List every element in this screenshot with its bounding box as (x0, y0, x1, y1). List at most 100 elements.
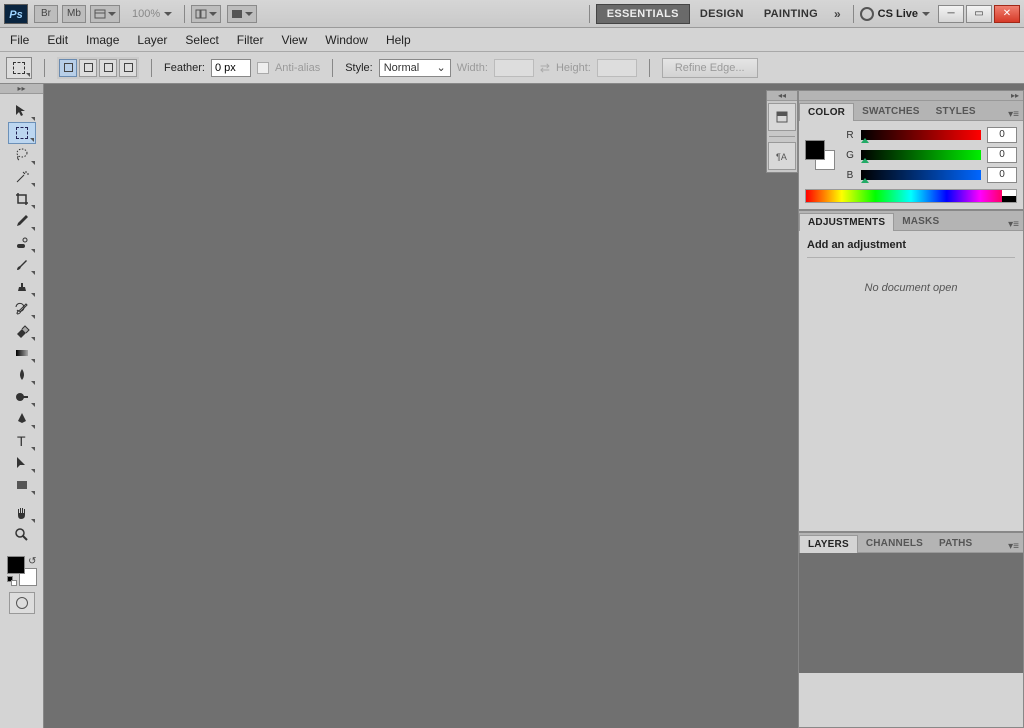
selection-new[interactable] (59, 59, 77, 77)
rectangle-tool[interactable] (8, 474, 36, 496)
foreground-color-swatch[interactable] (7, 556, 25, 574)
menu-edit[interactable]: Edit (47, 33, 68, 47)
tab-masks[interactable]: MASKS (894, 213, 947, 230)
feather-input[interactable] (211, 59, 251, 77)
adjustments-empty-message: No document open (807, 264, 1015, 312)
selection-add[interactable] (79, 59, 97, 77)
tab-styles[interactable]: STYLES (928, 103, 984, 120)
width-input (494, 59, 534, 77)
tab-swatches[interactable]: SWATCHES (854, 103, 928, 120)
r-slider[interactable] (861, 130, 981, 140)
foreground-background-colors[interactable]: ↺ (7, 556, 37, 586)
arrange-documents-dropdown[interactable] (191, 5, 221, 23)
style-select[interactable]: Normal⌄ (379, 59, 451, 77)
type-tool[interactable]: T (8, 430, 36, 452)
minimize-button[interactable]: ─ (938, 5, 964, 23)
color-swatch-pair[interactable] (805, 140, 835, 170)
r-value[interactable]: 0 (987, 127, 1017, 143)
svg-text:T: T (17, 433, 26, 449)
bridge-chip[interactable]: Br (34, 5, 58, 23)
swap-colors-icon[interactable]: ↺ (28, 556, 36, 567)
separator (853, 5, 854, 23)
lasso-tool[interactable] (8, 144, 36, 166)
g-label: G (845, 150, 855, 161)
menu-image[interactable]: Image (86, 33, 119, 47)
view-extras-dropdown[interactable] (90, 5, 120, 23)
eraser-tool[interactable] (8, 320, 36, 342)
cs-live-icon (860, 7, 874, 21)
selection-intersect[interactable] (119, 59, 137, 77)
refine-edge-button[interactable]: Refine Edge... (662, 58, 758, 78)
tab-layers[interactable]: LAYERS (799, 535, 858, 553)
tab-paths[interactable]: PATHS (931, 535, 980, 552)
style-value: Normal (384, 62, 419, 74)
more-workspaces-icon[interactable]: » (834, 7, 841, 21)
separator (332, 59, 333, 77)
cs-live-button[interactable]: CS Live (860, 7, 930, 21)
screen-mode-dropdown[interactable] (227, 5, 257, 23)
right-panel-dock: ▸▸ COLOR SWATCHES STYLES ▾≡ R (798, 84, 1024, 728)
hand-tool[interactable] (8, 502, 36, 524)
style-label: Style: (345, 62, 373, 74)
menu-select[interactable]: Select (185, 33, 218, 47)
zoom-tool[interactable] (8, 524, 36, 546)
menu-bar: File Edit Image Layer Select Filter View… (0, 28, 1024, 52)
clone-stamp-tool[interactable] (8, 276, 36, 298)
dodge-tool[interactable] (8, 386, 36, 408)
default-colors-icon[interactable] (7, 576, 17, 586)
maximize-button[interactable]: ▭ (966, 5, 992, 23)
fg-swatch[interactable] (805, 140, 825, 160)
workspace-essentials[interactable]: ESSENTIALS (596, 4, 690, 24)
menu-view[interactable]: View (281, 33, 307, 47)
color-panel: ▸▸ COLOR SWATCHES STYLES ▾≡ R (798, 90, 1024, 210)
separator (184, 5, 185, 23)
separator (44, 59, 45, 77)
healing-brush-tool[interactable] (8, 232, 36, 254)
move-tool[interactable] (8, 100, 36, 122)
close-button[interactable]: ✕ (994, 5, 1020, 23)
separator (151, 59, 152, 77)
color-spectrum-ramp[interactable] (805, 189, 1017, 203)
antialias-label: Anti-alias (275, 62, 320, 74)
zoom-level[interactable]: 100% (132, 8, 172, 20)
tab-adjustments[interactable]: ADJUSTMENTS (799, 213, 894, 231)
tab-channels[interactable]: CHANNELS (858, 535, 931, 552)
crop-tool[interactable] (8, 188, 36, 210)
feather-label: Feather: (164, 62, 205, 74)
panel-menu-icon[interactable]: ▾≡ (1008, 109, 1019, 120)
toolbox-collapse-handle[interactable]: ▸▸ (0, 84, 43, 94)
menu-file[interactable]: File (10, 33, 29, 47)
history-brush-tool[interactable] (8, 298, 36, 320)
pen-tool[interactable] (8, 408, 36, 430)
menu-help[interactable]: Help (386, 33, 411, 47)
eyedropper-tool[interactable] (8, 210, 36, 232)
g-slider[interactable] (861, 150, 981, 160)
color-panel-handle[interactable]: ▸▸ (799, 91, 1023, 101)
svg-text:¶A: ¶A (776, 152, 787, 162)
selection-subtract[interactable] (99, 59, 117, 77)
character-panel-icon[interactable]: ¶A (768, 142, 796, 170)
current-tool-preset[interactable] (6, 57, 32, 79)
antialias-checkbox (257, 62, 269, 74)
minibridge-chip[interactable]: Mb (62, 5, 86, 23)
menu-window[interactable]: Window (325, 33, 368, 47)
quick-mask-toggle[interactable] (9, 592, 35, 614)
panel-menu-icon[interactable]: ▾≡ (1008, 541, 1019, 552)
b-slider[interactable] (861, 170, 981, 180)
blur-tool[interactable] (8, 364, 36, 386)
gradient-tool[interactable] (8, 342, 36, 364)
workspace-painting[interactable]: PAINTING (754, 4, 828, 24)
marquee-tool[interactable] (8, 122, 36, 144)
g-value[interactable]: 0 (987, 147, 1017, 163)
b-value[interactable]: 0 (987, 167, 1017, 183)
tab-color[interactable]: COLOR (799, 103, 854, 121)
dock-expand-handle[interactable]: ◂◂ (767, 91, 797, 101)
menu-layer[interactable]: Layer (137, 33, 167, 47)
history-panel-icon[interactable] (768, 103, 796, 131)
menu-filter[interactable]: Filter (237, 33, 264, 47)
magic-wand-tool[interactable] (8, 166, 36, 188)
path-selection-tool[interactable] (8, 452, 36, 474)
brush-tool[interactable] (8, 254, 36, 276)
panel-menu-icon[interactable]: ▾≡ (1008, 219, 1019, 230)
workspace-design[interactable]: DESIGN (690, 4, 754, 24)
